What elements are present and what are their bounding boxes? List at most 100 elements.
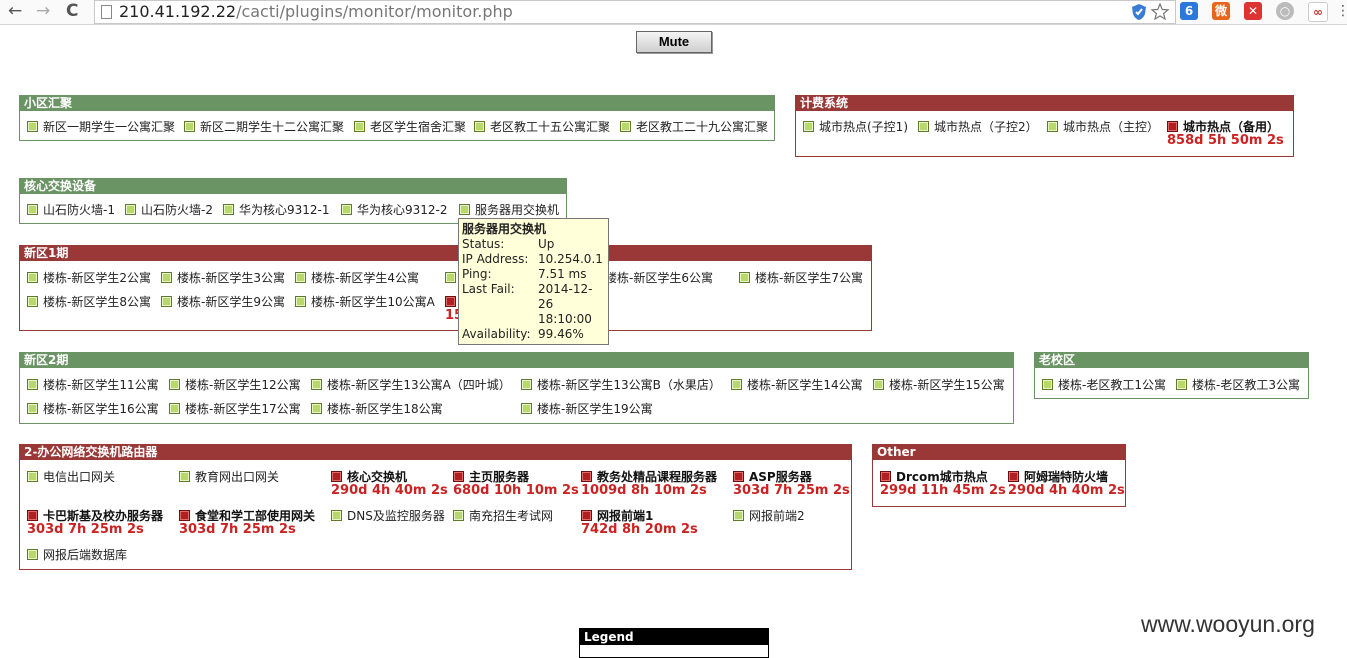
device-item[interactable]: 新区二期学生十二公寓汇聚 (184, 120, 344, 134)
device-item[interactable]: 楼栋-新区学生4公寓 (295, 271, 419, 285)
url-text: 210.41.192.22/cacti/plugins/monitor/moni… (119, 2, 513, 21)
downtime: 303d 7h 25m 2s (27, 522, 144, 537)
tooltip-ip: 10.254.0.1 (538, 252, 603, 266)
device-item[interactable]: 教育网出口网关 (179, 470, 279, 484)
tooltip-title: 服务器用交换机 (462, 222, 547, 236)
downtime: 303d 7h 25m 2s (179, 522, 296, 537)
group-panel: 2-办公网络交换机路由器 电信出口网关 教育网出口网关 核心交换机 290d 4h… (19, 444, 852, 570)
status-down-icon (179, 510, 190, 521)
legend-title: Legend (580, 629, 768, 645)
device-item[interactable]: 楼栋-新区学生10公寓A (295, 295, 435, 309)
device-tooltip: 服务器用交换机 Status: Up IP Address: 10.254.0.1 … (458, 218, 609, 345)
device-item[interactable]: 楼栋-新区学生6公寓 (605, 271, 713, 285)
block-icon[interactable]: ✕ (1244, 2, 1262, 20)
group-title: 新区2期 (20, 353, 1013, 368)
device-item[interactable]: 食堂和学工部使用网关 303d 7h 25m 2s (179, 509, 315, 537)
device-item[interactable]: 老区教工十五公寓汇聚 (474, 120, 610, 134)
device-item[interactable]: 楼栋-新区学生9公寓 (161, 295, 285, 309)
device-item[interactable]: 老区教工二十九公寓汇聚 (620, 120, 768, 134)
device-item[interactable]: 城市热点（备用） 858d 5h 50m 2s (1167, 120, 1284, 148)
device-item[interactable]: 楼栋-老区教工3公寓 (1176, 378, 1300, 392)
status-up-icon (27, 471, 38, 482)
status-up-icon (453, 510, 464, 521)
extension-badge-icon[interactable]: ∞ (1308, 2, 1328, 22)
device-item[interactable]: 楼栋-新区学生19公寓 (521, 402, 653, 416)
device-item[interactable]: 南充招生考试网 (453, 509, 553, 523)
device-item[interactable]: 电信出口网关 (27, 470, 115, 484)
device-item[interactable]: 老区学生宿舍汇聚 (354, 120, 466, 134)
device-item[interactable]: 楼栋-新区学生8公寓 (27, 295, 151, 309)
device-item[interactable]: 网报前端2 (733, 509, 805, 523)
status-up-icon (27, 549, 38, 560)
group-title: 2-办公网络交换机路由器 (20, 445, 851, 460)
device-item[interactable]: 卡巴斯基及校办服务器 303d 7h 25m 2s (27, 509, 163, 537)
group-panel: 老校区 楼栋-老区教工1公寓 楼栋-老区教工3公寓 (1034, 352, 1309, 399)
status-up-icon (521, 403, 532, 414)
device-item[interactable]: 楼栋-老区教工1公寓 (1042, 378, 1166, 392)
device-item[interactable]: 城市热点（子控2） (918, 120, 1038, 134)
device-item[interactable]: 华为核心9312-1 (223, 203, 330, 217)
device-item[interactable]: ASP服务器 303d 7h 25m 2s (733, 470, 850, 498)
status-up-icon (161, 272, 172, 283)
device-item[interactable]: 教务处精品课程服务器 1009d 8h 10m 2s (581, 470, 717, 498)
device-item[interactable]: 华为核心9312-2 (341, 203, 448, 217)
status-up-icon (521, 379, 532, 390)
device-item[interactable]: 山石防火墙-1 (27, 203, 115, 217)
device-item[interactable]: 主页服务器 680d 10h 10m 2s (453, 470, 579, 498)
status-up-icon (445, 272, 456, 283)
device-item[interactable]: 楼栋-新区学生7公寓 (739, 271, 863, 285)
status-up-icon (733, 510, 744, 521)
device-item[interactable]: 城市热点（主控） (1047, 120, 1159, 134)
device-item[interactable]: 网报后端数据库 (27, 548, 127, 562)
back-icon[interactable]: ← (8, 1, 22, 21)
device-item[interactable]: 楼栋-新区学生14公寓 (731, 378, 863, 392)
status-up-icon (803, 121, 814, 132)
device-item[interactable]: 楼栋-新区学生16公寓 (27, 402, 159, 416)
group-title: 新区1期 (20, 246, 871, 261)
group-panel: 计费系统 城市热点(子控1) 城市热点（子控2） 城市热点（主控） 城市热点（备… (795, 95, 1294, 157)
device-item[interactable]: Drcom城市热点 299d 11h 45m 2s (880, 470, 1006, 498)
downtime: 290d 4h 40m 2s (1008, 483, 1125, 498)
device-item[interactable]: 网报前端1 742d 8h 20m 2s (581, 509, 698, 537)
device-item[interactable]: 楼栋-新区学生12公寓 (169, 378, 301, 392)
device-item[interactable]: 新区一期学生一公寓汇聚 (27, 120, 175, 134)
device-item[interactable]: 楼栋-新区学生13公寓A（四叶城） (311, 378, 511, 392)
status-up-icon (731, 379, 742, 390)
status-down-icon (27, 510, 38, 521)
device-item[interactable]: 核心交换机 290d 4h 40m 2s (331, 470, 448, 498)
tooltip-label: Availability: (462, 327, 531, 341)
weibo-icon[interactable]: 微 (1212, 2, 1230, 20)
device-item[interactable]: 楼栋-新区学生11公寓 (27, 378, 159, 392)
device-item[interactable]: 楼栋-新区学生13公寓B（水果店） (521, 378, 721, 392)
status-down-icon (445, 296, 456, 307)
status-up-icon (474, 121, 485, 132)
reload-icon[interactable]: C (66, 1, 78, 21)
device-item[interactable]: 山石防火墙-2 (125, 203, 213, 217)
device-item[interactable]: 阿姆瑞特防火墙 290d 4h 40m 2s (1008, 470, 1125, 498)
shield-icon[interactable] (1131, 3, 1147, 21)
status-up-icon (341, 204, 352, 215)
circle-icon[interactable]: ○ (1276, 2, 1294, 20)
extension-icon[interactable]: 6 (1180, 2, 1198, 20)
status-up-icon (169, 403, 180, 414)
device-item[interactable]: 楼栋-新区学生18公寓 (311, 402, 443, 416)
status-down-icon (1167, 121, 1178, 132)
status-up-icon (918, 121, 929, 132)
menu-icon[interactable]: ⋮ (1336, 1, 1347, 21)
forward-icon[interactable]: → (36, 1, 50, 21)
star-icon[interactable] (1151, 3, 1169, 21)
device-item[interactable]: 楼栋-新区学生17公寓 (169, 402, 301, 416)
status-up-icon (27, 121, 38, 132)
status-up-icon (27, 272, 38, 283)
device-item[interactable]: 城市热点(子控1) (803, 120, 908, 134)
status-down-icon (733, 471, 744, 482)
device-item[interactable]: 楼栋-新区学生15公寓 (873, 378, 1005, 392)
device-item[interactable]: 楼栋-新区学生2公寓 (27, 271, 151, 285)
status-up-icon (873, 379, 884, 390)
device-item[interactable]: 服务器用交换机 (459, 203, 559, 217)
address-bar[interactable]: 210.41.192.22/cacti/plugins/monitor/moni… (94, 0, 1176, 24)
device-item[interactable]: DNS及监控服务器 (331, 509, 445, 523)
device-item[interactable]: 楼栋-新区学生3公寓 (161, 271, 285, 285)
group-title: 核心交换设备 (20, 179, 566, 194)
mute-button[interactable]: Mute (636, 31, 712, 53)
